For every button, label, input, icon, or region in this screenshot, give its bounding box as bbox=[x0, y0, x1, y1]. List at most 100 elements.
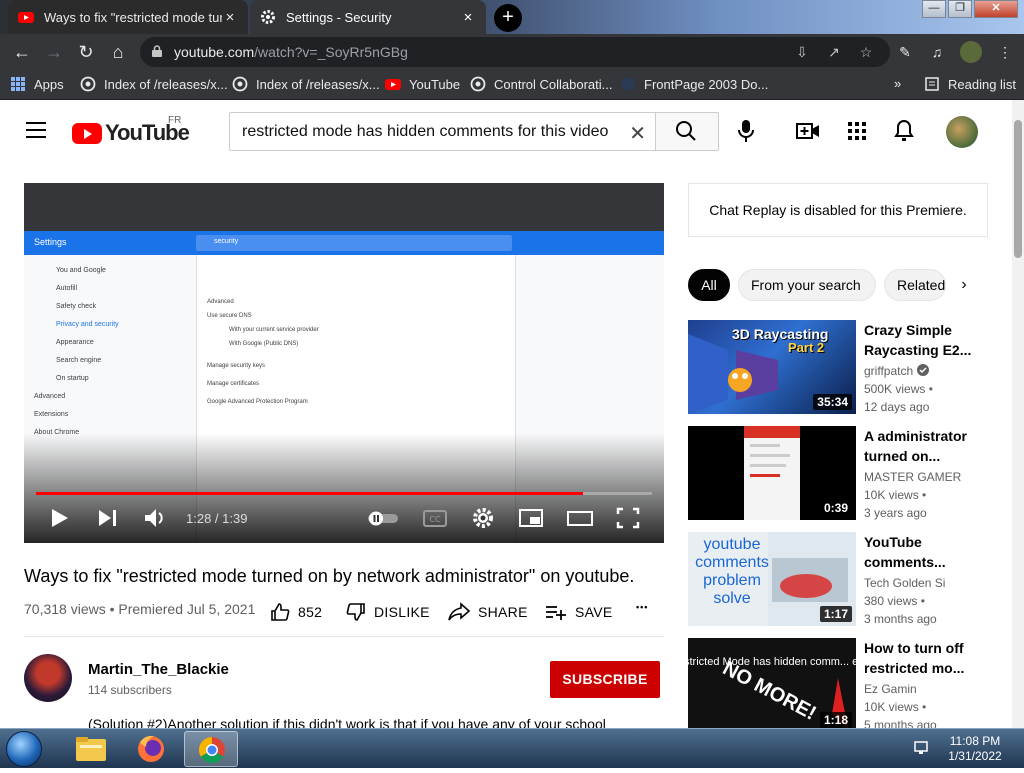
video-thumbnail[interactable]: 0:39 bbox=[688, 426, 856, 520]
close-window-button[interactable]: ✕ bbox=[974, 0, 1018, 18]
play-icon[interactable] bbox=[48, 505, 72, 531]
channel-subscribers: 114 subscribers bbox=[88, 683, 172, 697]
chip-all[interactable]: All bbox=[688, 269, 730, 301]
bookmark-star-icon[interactable]: ☆ bbox=[858, 44, 874, 60]
back-arrow-icon[interactable]: ← bbox=[10, 40, 34, 64]
tab-close-icon[interactable]: × bbox=[460, 9, 476, 26]
recommended-channel[interactable]: Ez Gamin bbox=[864, 682, 917, 696]
video-frame-content-line: Google Advanced Protection Program bbox=[207, 399, 308, 405]
reading-list-button[interactable]: Reading list bbox=[924, 76, 1016, 92]
volume-icon[interactable] bbox=[142, 505, 168, 531]
recommended-title[interactable]: A administrator turned on... bbox=[864, 426, 974, 466]
notifications-bell-icon[interactable] bbox=[892, 120, 916, 142]
forward-arrow-icon[interactable]: → bbox=[42, 40, 66, 64]
reload-icon[interactable]: ↻ bbox=[74, 40, 98, 64]
recommended-channel[interactable]: griffpatch bbox=[864, 364, 929, 378]
channel-name[interactable]: Martin_The_Blackie bbox=[88, 661, 229, 678]
page-scrollbar[interactable] bbox=[1012, 100, 1024, 728]
share-button[interactable]: SHARE bbox=[448, 602, 528, 622]
recommended-video[interactable]: youtube comments problem solve 1:17 YouT… bbox=[688, 532, 1008, 626]
bookmark-apps[interactable]: Apps bbox=[10, 76, 64, 92]
video-thumbnail[interactable]: stricted Mode has hidden comm... eo. NO … bbox=[688, 638, 856, 728]
taskbar-firefox[interactable] bbox=[124, 731, 178, 767]
microphone-icon[interactable] bbox=[736, 120, 756, 142]
video-player[interactable]: Settings security You and Google Autofil… bbox=[24, 183, 664, 543]
search-button[interactable] bbox=[655, 112, 719, 151]
fullscreen-icon[interactable] bbox=[616, 505, 640, 531]
bookmark-index-2[interactable]: Index of /releases/x... bbox=[232, 76, 380, 92]
youtube-logo[interactable]: YouTube FR bbox=[72, 115, 190, 146]
bookmark-frontpage[interactable]: FrontPage 2003 Do... bbox=[620, 76, 768, 92]
install-app-icon[interactable]: ⇩ bbox=[794, 44, 810, 60]
bookmark-index-1[interactable]: Index of /releases/x... bbox=[80, 76, 228, 92]
video-thumbnail[interactable]: youtube comments problem solve 1:17 bbox=[688, 532, 856, 626]
progress-bar[interactable] bbox=[36, 492, 652, 495]
clock-date: 1/31/2022 bbox=[948, 749, 1002, 763]
dislike-button[interactable]: DISLIKE bbox=[346, 602, 430, 622]
miniplayer-icon[interactable] bbox=[518, 505, 544, 531]
address-bar[interactable]: youtube.com/watch?v=_SoyRr5nGBg ⇩ ↗ ☆ bbox=[140, 37, 890, 67]
taskbar-chrome[interactable] bbox=[184, 731, 238, 767]
recommended-title[interactable]: YouTube comments... bbox=[864, 532, 974, 572]
chat-replay-notice: Chat Replay is disabled for this Premier… bbox=[688, 183, 988, 237]
tab-close-icon[interactable]: × bbox=[222, 9, 238, 26]
search-input[interactable] bbox=[242, 119, 622, 145]
more-actions-icon[interactable]: ••• bbox=[636, 602, 648, 612]
recommended-title[interactable]: How to turn off restricted mo... bbox=[864, 638, 974, 678]
recommended-channel[interactable]: MASTER GAMER bbox=[864, 470, 961, 484]
settings-gear-icon[interactable] bbox=[470, 505, 496, 531]
tab-youtube-video[interactable]: Ways to fix "restricted mode turned on b… bbox=[8, 0, 248, 34]
bookmark-control-collaboration[interactable]: Control Collaborati... bbox=[470, 76, 613, 92]
recommended-title[interactable]: Crazy Simple Raycasting E2... bbox=[864, 320, 974, 360]
menu-kebab-icon[interactable]: ⋮ bbox=[996, 43, 1014, 61]
next-video-icon[interactable] bbox=[96, 505, 120, 531]
recommended-video[interactable]: stricted Mode has hidden comm... eo. NO … bbox=[688, 638, 1008, 728]
extensions-puzzle-icon[interactable]: ✎ bbox=[896, 43, 914, 61]
media-control-icon[interactable]: ♫ bbox=[928, 43, 946, 61]
maximize-button[interactable]: ❐ bbox=[948, 0, 972, 18]
tab-settings-security[interactable]: Settings - Security × bbox=[250, 0, 486, 34]
apps-grid-icon[interactable] bbox=[845, 120, 869, 142]
share-icon[interactable]: ↗ bbox=[826, 44, 842, 60]
chip-from-your-search[interactable]: From your search bbox=[738, 269, 876, 301]
minimize-button[interactable]: — bbox=[922, 0, 946, 18]
autoplay-toggle-icon[interactable] bbox=[364, 505, 400, 531]
chips-next-chevron-icon[interactable]: › bbox=[955, 276, 973, 294]
channel-avatar[interactable] bbox=[24, 654, 72, 702]
bookmark-label: YouTube bbox=[409, 76, 461, 92]
scrollbar-thumb[interactable] bbox=[1014, 120, 1022, 258]
system-clock[interactable]: 11:08 PM 1/31/2022 bbox=[940, 734, 1010, 764]
video-frame-content-line: With your current service provider bbox=[229, 327, 319, 333]
profile-avatar[interactable] bbox=[960, 41, 982, 63]
chrome-icon bbox=[198, 736, 225, 764]
frontpage-icon bbox=[621, 77, 635, 91]
windows-taskbar: 11:08 PM 1/31/2022 bbox=[0, 728, 1024, 768]
bookmark-youtube[interactable]: YouTube bbox=[385, 76, 460, 92]
clear-search-icon[interactable]: ✕ bbox=[629, 121, 646, 146]
video-frame-nav-item: Extensions bbox=[34, 411, 69, 418]
subscribe-button[interactable]: SUBSCRIBE bbox=[550, 661, 660, 698]
more-bookmarks-chevron-icon[interactable]: » bbox=[894, 76, 901, 91]
recommended-video[interactable]: 3D Raycasting Part 2 35:34 Crazy Simple … bbox=[688, 320, 1008, 414]
recommended-views: 500K views • bbox=[864, 382, 933, 396]
chip-related[interactable]: Related bbox=[884, 269, 946, 301]
video-thumbnail[interactable]: 3D Raycasting Part 2 35:34 bbox=[688, 320, 856, 414]
home-icon[interactable]: ⌂ bbox=[106, 40, 130, 64]
taskbar-explorer[interactable] bbox=[64, 731, 118, 767]
like-button[interactable]: 852 bbox=[270, 602, 322, 622]
subtitles-cc-icon[interactable]: CC bbox=[422, 505, 448, 531]
folder-icon bbox=[76, 737, 106, 761]
video-frame-content-line: Manage certificates bbox=[207, 381, 260, 387]
save-button[interactable]: SAVE bbox=[545, 602, 613, 622]
youtube-play-logo-icon bbox=[72, 122, 102, 144]
menu-hamburger-icon[interactable] bbox=[26, 122, 46, 138]
account-avatar[interactable] bbox=[946, 116, 978, 148]
create-video-icon[interactable] bbox=[796, 120, 820, 142]
recommended-video[interactable]: 0:39 A administrator turned on... MASTER… bbox=[688, 426, 1008, 520]
thumbnail-badge: Part 2 bbox=[788, 340, 825, 355]
network-tray-icon[interactable] bbox=[914, 741, 930, 755]
start-orb-icon[interactable] bbox=[6, 731, 42, 767]
theater-mode-icon[interactable] bbox=[566, 505, 594, 531]
new-tab-button[interactable]: + bbox=[494, 4, 522, 32]
recommended-channel[interactable]: Tech Golden Si bbox=[864, 576, 945, 590]
